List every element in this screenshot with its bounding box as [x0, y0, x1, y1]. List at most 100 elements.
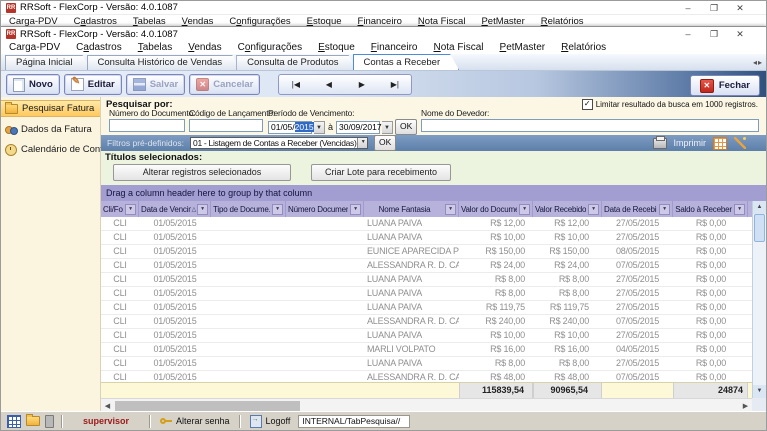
menu-item[interactable]: Relatórios [561, 42, 606, 53]
numero-documento-input[interactable] [109, 119, 185, 132]
scroll-down-icon[interactable]: ▼ [753, 385, 766, 398]
menu-item[interactable]: Financeiro [371, 42, 418, 53]
table-row[interactable]: CLI 01/05/2015 LUANA PAIVA R$ 10,00 R$ 1… [101, 231, 752, 245]
column-header-valor-recebido[interactable]: Valor Recebido [533, 201, 602, 217]
scroll-right-icon[interactable]: ▶ [739, 402, 752, 410]
salvar-button[interactable]: Salvar [126, 74, 186, 95]
minimize-icon[interactable]: – [675, 2, 701, 14]
column-header-tipo-documento[interactable]: Tipo de Docume... [211, 201, 286, 217]
horizontal-scroll-thumb[interactable] [115, 401, 300, 411]
menu-item[interactable]: Configurações [229, 16, 290, 27]
date-from-field[interactable]: 01/05/2015 [268, 121, 312, 134]
filter-dropdown-icon[interactable] [272, 204, 283, 215]
column-header-data-recebimento[interactable]: Data de Recebim... [602, 201, 673, 217]
table-row[interactable]: CLI 01/05/2015 ALESSANDRA R. D. CAST... … [101, 315, 752, 329]
menu-item[interactable]: Carga-PDV [9, 42, 60, 53]
menu-item[interactable]: Tabelas [133, 16, 166, 27]
table-row[interactable]: CLI 01/05/2015 LUANA PAIVA R$ 10,00 R$ 1… [101, 329, 752, 343]
nome-devedor-input[interactable] [421, 119, 759, 132]
sidebar-item-calendario-de-contas[interactable]: Calendário de Contas [1, 142, 100, 157]
menu-item[interactable]: Configurações [238, 42, 303, 53]
filter-ok-button[interactable]: OK [374, 135, 396, 151]
last-record-icon[interactable] [378, 75, 411, 94]
table-row[interactable]: CLI 01/05/2015 LUANA PAIVA R$ 8,00 R$ 8,… [101, 357, 752, 371]
grid-export-icon[interactable] [713, 137, 727, 150]
column-header-cli-for[interactable]: Cli/For [101, 201, 139, 217]
logoff-button[interactable]: Logoff [242, 415, 299, 428]
filter-dropdown-icon[interactable] [734, 204, 745, 215]
menu-item[interactable]: Relatórios [541, 16, 584, 27]
menu-item[interactable]: PetMaster [500, 42, 546, 53]
folder-icon[interactable] [26, 416, 40, 426]
imprimir-button[interactable]: Imprimir [674, 138, 707, 148]
device-icon[interactable] [45, 415, 54, 428]
menu-item[interactable]: Cadastros [74, 16, 117, 27]
filter-dropdown-icon[interactable] [519, 204, 530, 215]
menu-item[interactable]: Vendas [182, 16, 214, 27]
table-row[interactable]: CLI 01/05/2015 LUANA PAIVA R$ 119,75 R$ … [101, 301, 752, 315]
column-header-data-vencimento[interactable]: Data de Vencim...△ [139, 201, 211, 217]
horizontal-scrollbar[interactable]: ◀ ▶ [101, 398, 752, 412]
filter-dropdown-icon[interactable] [659, 204, 670, 215]
sidebar-item-pesquisar-fatura[interactable]: Pesquisar Fatura [1, 100, 100, 117]
table-row[interactable]: CLI 01/05/2015 ALESSANDRA R. D. CAST... … [101, 259, 752, 273]
novo-button[interactable]: Novo [6, 74, 60, 95]
menu-item[interactable]: Nota Fiscal [433, 42, 483, 53]
column-header-nome-fantasia[interactable]: Nome Fantasia [364, 201, 459, 217]
scroll-left-icon[interactable]: ◀ [101, 402, 114, 410]
printer-icon[interactable] [653, 138, 667, 149]
next-record-icon[interactable] [345, 75, 378, 94]
date-from-dropdown-icon[interactable] [314, 121, 325, 134]
vertical-scrollbar[interactable]: ▲ ▼ [752, 201, 766, 398]
codigo-lancamento-input[interactable] [189, 119, 263, 132]
maximize-icon[interactable]: ❐ [701, 28, 727, 40]
period-ok-button[interactable]: OK [395, 119, 417, 135]
tab-pagina-inicial[interactable]: Página Inicial [5, 55, 92, 70]
table-row[interactable]: CLI 01/05/2015 LUANA PAIVA R$ 8,00 R$ 8,… [101, 273, 752, 287]
minimize-icon[interactable]: – [675, 28, 701, 40]
sessions-grid-icon[interactable] [7, 415, 21, 428]
close-icon[interactable]: ✕ [727, 2, 753, 14]
menu-item[interactable]: PetMaster [481, 16, 524, 27]
menu-item[interactable]: Financeiro [358, 16, 402, 27]
table-row[interactable]: CLI 01/05/2015 MARLI VOLPATO R$ 16,00 R$… [101, 343, 752, 357]
filter-dropdown-icon[interactable] [588, 204, 599, 215]
date-to-dropdown-icon[interactable] [382, 121, 393, 134]
column-header-valor-documento[interactable]: Valor do Docume... [459, 201, 533, 217]
editar-button[interactable]: Editar [64, 74, 122, 95]
menu-item[interactable]: Estoque [307, 16, 342, 27]
filter-dropdown-icon[interactable] [197, 204, 208, 215]
filter-select[interactable]: 01 - Listagem de Contas a Receber (Venci… [190, 137, 368, 149]
group-by-bar[interactable]: Drag a column header here to group by th… [101, 185, 766, 201]
menu-item[interactable]: Cadastros [76, 42, 122, 53]
menu-item[interactable]: Estoque [318, 42, 355, 53]
menu-item[interactable]: Tabelas [138, 42, 172, 53]
table-row[interactable]: CLI 01/05/2015 EUNICE APARECIDA PER... R… [101, 245, 752, 259]
tab-contas-a-receber[interactable]: Contas a Receber [353, 54, 460, 70]
alterar-registros-button[interactable]: Alterar registros selecionados [113, 164, 291, 181]
filter-dropdown-icon[interactable] [445, 204, 456, 215]
table-row[interactable]: CLI 01/05/2015 LUANA PAIVA R$ 12,00 R$ 1… [101, 217, 752, 231]
tab-consulta-historico-vendas[interactable]: Consulta Histórico de Vendas [87, 55, 242, 70]
filter-dropdown-icon[interactable] [350, 204, 361, 215]
first-record-icon[interactable] [279, 75, 312, 94]
fechar-button[interactable]: Fechar [690, 75, 760, 96]
maximize-icon[interactable]: ❐ [701, 2, 727, 14]
date-to-field[interactable]: 30/09/2017 [336, 121, 380, 134]
menu-item[interactable]: Carga-PDV [9, 16, 58, 27]
tab-scroll-arrows-icon[interactable]: ◂▸ [753, 58, 763, 67]
filter-dropdown-icon[interactable] [357, 137, 368, 149]
close-icon[interactable]: ✕ [727, 28, 753, 40]
alterar-senha-button[interactable]: Alterar senha [152, 416, 238, 426]
scroll-up-icon[interactable]: ▲ [753, 201, 766, 214]
column-header-saldo-receber[interactable]: Saldo à Receber [673, 201, 748, 217]
vertical-scroll-thumb[interactable] [754, 214, 765, 242]
menu-item[interactable]: Vendas [188, 42, 221, 53]
previous-record-icon[interactable] [312, 75, 345, 94]
cancelar-button[interactable]: Cancelar [189, 74, 260, 95]
table-row[interactable]: CLI 01/05/2015 LUANA PAIVA R$ 8,00 R$ 8,… [101, 287, 752, 301]
filter-dropdown-icon[interactable] [125, 204, 136, 215]
criar-lote-button[interactable]: Criar Lote para recebimento [311, 164, 451, 181]
sidebar-item-dados-da-fatura[interactable]: Dados da Fatura [1, 122, 100, 137]
wand-icon[interactable] [734, 137, 746, 149]
